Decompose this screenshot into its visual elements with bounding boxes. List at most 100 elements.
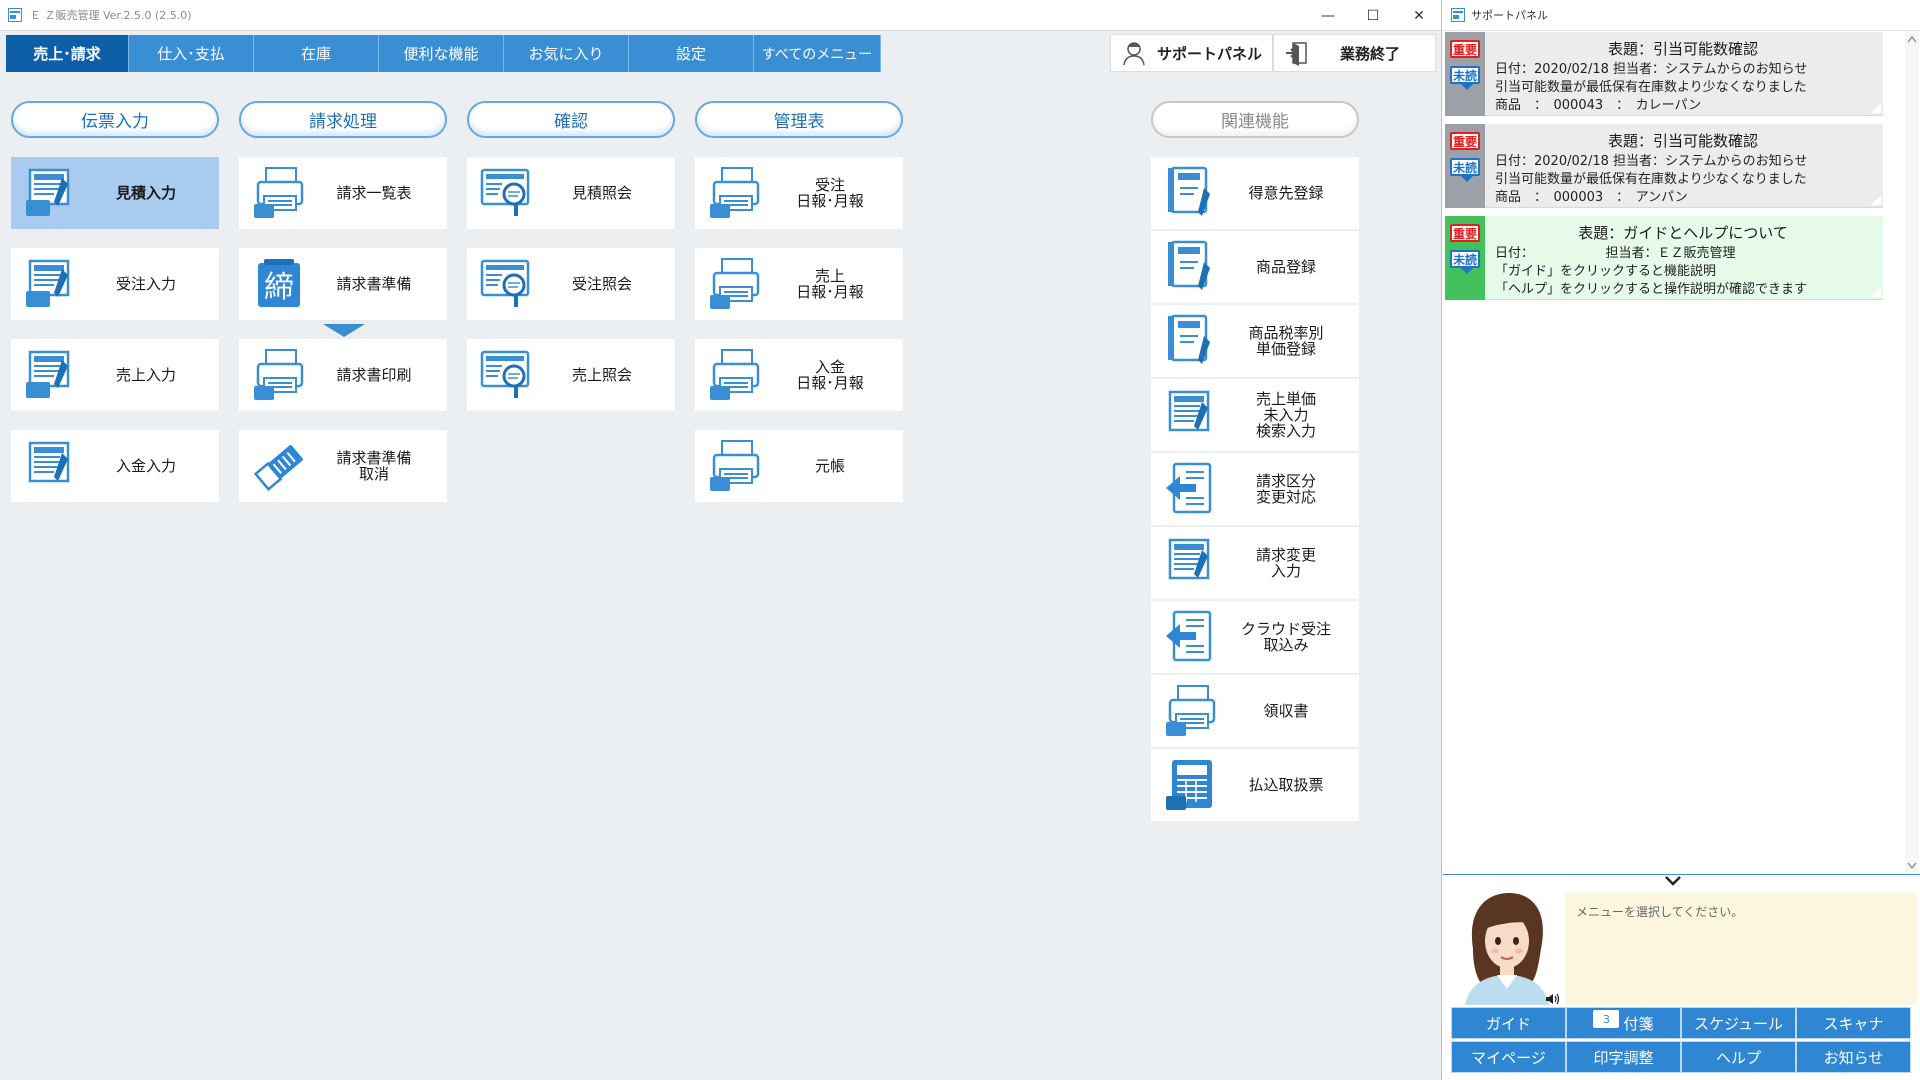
tab-purchase-payment[interactable]: 仕入･支払 <box>129 35 254 72</box>
important-badge: 重要 <box>1450 132 1480 150</box>
related-label: 得意先登録 <box>1248 184 1324 202</box>
order-input-button[interactable]: 受注入力 <box>11 248 219 320</box>
estimate-inquiry-button[interactable]: 見積照会 <box>467 157 675 229</box>
invoice-list-button[interactable]: 請求一覧表 <box>239 157 447 229</box>
tab-useful-functions[interactable]: 便利な機能 <box>379 35 504 72</box>
important-badge: 重要 <box>1450 224 1480 242</box>
billing-change-input-button[interactable]: 請求変更 入力 <box>1151 527 1359 599</box>
end-work-button[interactable]: 業務終了 <box>1273 34 1436 72</box>
end-work-label: 業務終了 <box>1340 44 1401 63</box>
notice-scrollbar[interactable] <box>1905 31 1919 874</box>
payment-input-label: 入金入力 <box>115 457 176 475</box>
unread-badge: 未読 <box>1450 66 1480 90</box>
form-pen-icon <box>21 254 81 314</box>
page-curl-icon <box>1871 103 1881 113</box>
scroll-down-icon[interactable] <box>1907 862 1917 870</box>
closing-stamp-icon: 締 <box>249 254 309 314</box>
invoice-print-button[interactable]: 請求書印刷 <box>239 339 447 411</box>
minimize-icon: — <box>1321 7 1335 24</box>
product-registration-button[interactable]: 商品登録 <box>1151 231 1359 303</box>
support-panel-label: サポートパネル <box>1157 44 1263 63</box>
support-title-bar: サポートパネル <box>1443 0 1920 31</box>
notice-line: 引当可能数量が最低保有在庫数より少なくなりました <box>1495 80 1807 95</box>
magnifier-document-icon <box>477 254 537 314</box>
order-report-button[interactable]: 受注 日報･月報 <box>695 157 903 229</box>
notice-item[interactable]: 重要 未読 表題：引当可能数確認 日付：2020/02/18 担当者：システムか… <box>1445 32 1883 116</box>
title-bar: Ｅ Ｚ販売管理 Ver.2.5.0 (2.5.0) <box>0 0 1441 31</box>
section-billing: 請求処理 <box>239 101 447 138</box>
notice-line: 日付：2020/02/18 担当者：システムからのお知らせ <box>1495 154 1808 169</box>
related-label: 商品登録 <box>1255 258 1316 276</box>
arrow-document-icon <box>1161 607 1221 667</box>
support-panel-button[interactable]: サポートパネル <box>1110 34 1273 72</box>
form-pen-icon <box>21 345 81 405</box>
receipt-button[interactable]: 領収書 <box>1151 675 1359 747</box>
payment-slip-button[interactable]: 払込取扱票 <box>1151 749 1359 821</box>
print-adjust-button[interactable]: 印字調整 <box>1566 1041 1681 1073</box>
scanner-button[interactable]: スキャナ <box>1796 1007 1911 1039</box>
mypage-button[interactable]: マイページ <box>1451 1041 1566 1073</box>
notice-item[interactable]: 重要 未読 表題：ガイドとヘルプについて 日付： 担当者：ＥＺ販売管理 「ガイド… <box>1445 216 1883 300</box>
payment-input-button[interactable]: 入金入力 <box>11 430 219 502</box>
tab-favorites[interactable]: お気に入り <box>504 35 629 72</box>
maximize-icon: ☐ <box>1366 7 1380 24</box>
printer-icon <box>249 345 309 405</box>
svg-text:締: 締 <box>264 270 294 305</box>
page-curl-icon <box>1871 195 1881 205</box>
payment-report-button[interactable]: 入金 日報･月報 <box>695 339 903 411</box>
form-pen-icon <box>1161 533 1221 593</box>
flow-arrow-icon <box>323 324 365 337</box>
schedule-button[interactable]: スケジュール <box>1681 1007 1796 1039</box>
maximize-button[interactable]: ☐ <box>1350 0 1396 31</box>
billing-category-change-button[interactable]: 請求区分 変更対応 <box>1151 453 1359 525</box>
guide-button[interactable]: ガイド <box>1451 1007 1566 1039</box>
tax-rate-price-registration-button[interactable]: 商品税率別 単価登録 <box>1151 305 1359 377</box>
notice-line: 商品 ： 000043 ： カレーパン <box>1495 98 1702 113</box>
app-icon <box>8 8 22 22</box>
support-app-icon <box>1451 8 1465 22</box>
unit-price-search-input-button[interactable]: 売上単価 未入力 検索入力 <box>1151 379 1359 451</box>
sticky-note-button[interactable]: 3 付箋 <box>1566 1007 1681 1039</box>
notice-side: 重要 未読 <box>1445 32 1485 116</box>
main-window: Ｅ Ｚ販売管理 Ver.2.5.0 (2.5.0) — ☐ ✕ 売上･請求 仕入… <box>0 0 1442 1080</box>
notice-line: 商品 ： 000003 ： アンパン <box>1495 190 1688 205</box>
ledger-button[interactable]: 元帳 <box>695 430 903 502</box>
window-title: Ｅ Ｚ販売管理 Ver.2.5.0 (2.5.0) <box>30 9 192 22</box>
tab-inventory[interactable]: 在庫 <box>254 35 379 72</box>
notice-button[interactable]: お知らせ <box>1796 1041 1911 1073</box>
scroll-up-icon[interactable] <box>1907 35 1917 43</box>
master-book-icon <box>1161 237 1221 297</box>
order-input-label: 受注入力 <box>115 275 176 293</box>
notice-title: 表題：引当可能数確認 <box>1607 40 1758 58</box>
notice-title: 表題：引当可能数確認 <box>1607 132 1758 150</box>
invoice-prep-cancel-button[interactable]: 請求書準備 取消 <box>239 430 447 502</box>
speaker-icon[interactable] <box>1545 993 1559 1005</box>
order-inquiry-button[interactable]: 受注照会 <box>467 248 675 320</box>
sales-report-button[interactable]: 売上 日報･月報 <box>695 248 903 320</box>
tab-all-menus[interactable]: すべてのメニュー <box>754 35 881 72</box>
close-button[interactable]: ✕ <box>1396 0 1441 31</box>
minimize-button[interactable]: — <box>1305 0 1351 31</box>
master-book-icon <box>1161 311 1221 371</box>
related-label: 領収書 <box>1263 702 1309 720</box>
customer-registration-button[interactable]: 得意先登録 <box>1151 157 1359 229</box>
sales-report-label: 売上 日報･月報 <box>796 267 864 301</box>
printer-icon <box>249 163 309 223</box>
help-button[interactable]: ヘルプ <box>1681 1041 1796 1073</box>
printer-icon <box>705 436 765 496</box>
tab-settings[interactable]: 設定 <box>629 35 754 72</box>
invoice-list-label: 請求一覧表 <box>336 184 412 202</box>
invoice-prep-button[interactable]: 締 請求書準備 <box>239 248 447 320</box>
notice-item[interactable]: 重要 未読 表題：引当可能数確認 日付：2020/02/18 担当者：システムか… <box>1445 124 1883 208</box>
invoice-prep-label: 請求書準備 <box>336 275 412 293</box>
related-label: 請求区分 変更対応 <box>1255 472 1316 506</box>
sales-input-button[interactable]: 売上入力 <box>11 339 219 411</box>
printer-icon <box>1161 681 1221 741</box>
unread-badge: 未読 <box>1450 158 1480 182</box>
sales-inquiry-button[interactable]: 売上照会 <box>467 339 675 411</box>
collapse-chevron-icon[interactable] <box>1664 875 1682 887</box>
estimate-input-button[interactable]: 見積入力 <box>11 157 219 229</box>
tab-sales-billing[interactable]: 売上･請求 <box>6 35 129 72</box>
cloud-order-import-button[interactable]: クラウド受注 取込み <box>1151 601 1359 673</box>
printer-icon <box>705 254 765 314</box>
